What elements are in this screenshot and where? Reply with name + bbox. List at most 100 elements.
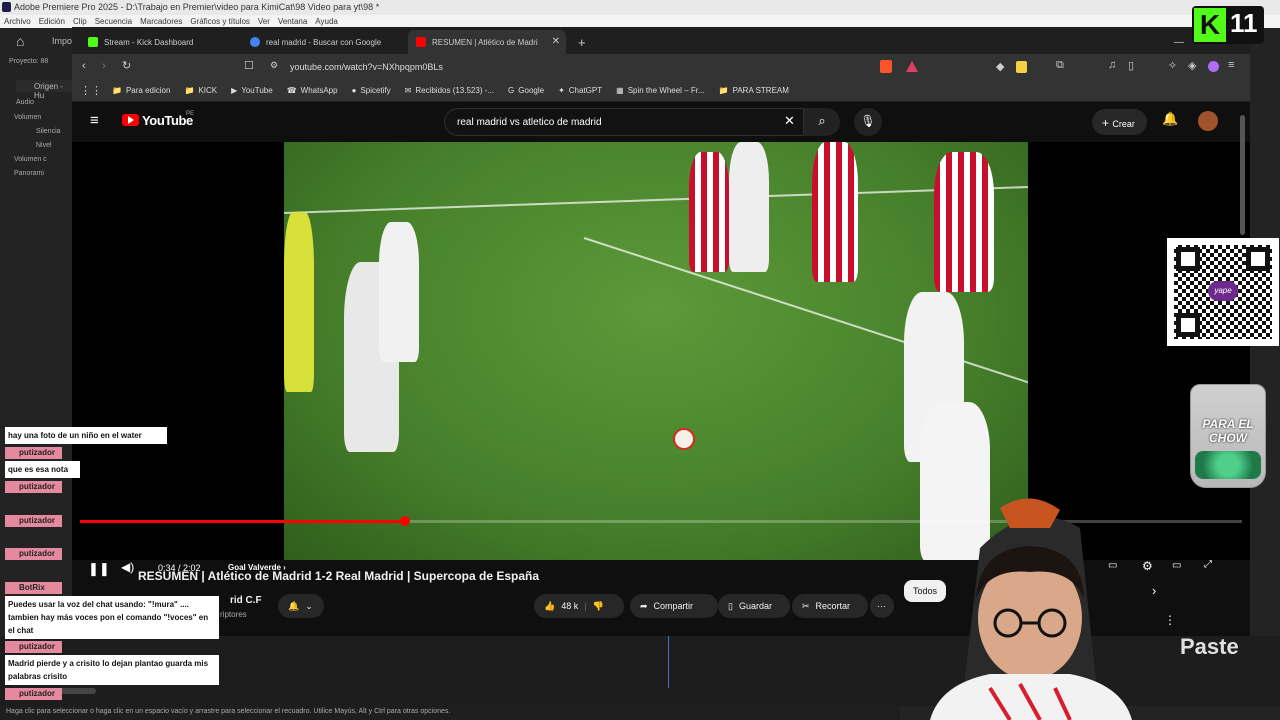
premiere-title-bar: Adobe Premiere Pro 2025 - D:\Trabajo en … <box>0 0 1280 15</box>
menu-item[interactable]: Archivo <box>4 17 31 28</box>
bookmark-icon: ✉ <box>404 86 412 95</box>
new-tab-button[interactable]: + <box>570 30 586 54</box>
effect-tree-item[interactable]: Silencia <box>36 128 61 135</box>
fullscreen-icon[interactable]: ⤢ <box>1204 559 1212 570</box>
tab-label: Stream - Kick Dashboard <box>104 37 194 47</box>
chat-username: putizador <box>5 548 62 560</box>
bookmark-item[interactable]: ☎ WhatsApp <box>287 86 338 95</box>
region-code: PE <box>186 111 195 117</box>
kick-favicon-icon <box>88 37 98 47</box>
extensions-icon[interactable]: ⧉ <box>1056 59 1064 72</box>
bookmark-item[interactable]: 📁 KICK <box>184 86 217 95</box>
hamburger-menu-icon[interactable]: ≡ <box>90 112 99 129</box>
audio-label: Audio <box>16 99 34 106</box>
voice-search-button[interactable]: 🎙 <box>854 108 882 136</box>
volume-icon[interactable]: ◀) <box>121 560 134 574</box>
effect-tree-item[interactable]: Volumen c <box>14 156 47 163</box>
notifications-bell-icon[interactable]: 🔔 <box>1162 111 1178 127</box>
bookmark-icon: 📁 <box>112 86 122 95</box>
share-icon: ➦ <box>640 600 648 611</box>
bookmark-item[interactable]: 📁 Para edicion <box>112 86 170 95</box>
bookmark-item[interactable]: ● Spicetify <box>352 86 391 95</box>
bookmark-item[interactable]: G Google <box>508 86 544 95</box>
import-tab[interactable]: Impo <box>52 36 72 46</box>
home-icon[interactable]: ⌂ <box>16 33 36 49</box>
search-button[interactable]: ⌕ <box>804 108 840 136</box>
bookmark-item[interactable]: ✦ ChatGPT <box>558 86 602 95</box>
youtube-logo-icon[interactable] <box>122 114 139 126</box>
bookmark-label: Para edicion <box>125 86 171 95</box>
menu-item[interactable]: Edición <box>39 17 65 28</box>
menu-icon[interactable]: ≡ <box>1228 59 1234 71</box>
clip-button[interactable]: ✂ Recortar <box>792 594 868 618</box>
effect-tree-item[interactable]: Volumen <box>14 114 41 121</box>
bookmark-label: PARA STREAM <box>732 86 789 95</box>
bookmark-icon: ▶ <box>231 86 238 95</box>
forward-icon[interactable]: › <box>102 60 106 72</box>
bookmark-icon[interactable]: ☐ <box>244 59 254 72</box>
chat-username: putizador <box>5 447 62 459</box>
chat-message: Puedes usar la voz del chat usando: "!mu… <box>5 596 219 639</box>
project-label: Proyecto: 88 <box>9 58 49 65</box>
vpn-icon[interactable]: ◈ <box>1188 59 1196 72</box>
avatar[interactable] <box>1198 111 1218 131</box>
extension-icon[interactable]: ◆ <box>996 60 1004 73</box>
extension-yellow-icon[interactable] <box>1016 61 1027 73</box>
tab-label: RESUMEN | Atlético de Madri <box>432 37 538 47</box>
bell-icon: 🔔 <box>288 600 300 611</box>
like-count: 48 k <box>561 601 579 611</box>
subscriber-count: riptores <box>220 610 247 619</box>
tab-google-search[interactable]: real madrid - Buscar con Google <box>242 30 402 54</box>
share-label: Compartir <box>653 601 694 611</box>
page-scrollbar[interactable] <box>1240 115 1245 235</box>
minimize-icon[interactable]: — <box>1166 30 1184 54</box>
search-input[interactable]: real madrid vs atletico de madrid <box>444 108 804 136</box>
back-icon[interactable]: ‹ <box>82 60 86 72</box>
bookmark-icon: G <box>508 86 515 95</box>
save-label: Guardar <box>738 601 772 611</box>
bookmark-label: Google <box>518 86 545 95</box>
bookmark-item[interactable]: 📁 PARA STREAM <box>719 86 789 95</box>
timeline-scrollbar[interactable] <box>60 688 96 694</box>
paste-label: Paste <box>1180 634 1239 659</box>
address-bar[interactable]: youtube.com/watch?v=NXhpqpm0BLs <box>258 57 908 77</box>
youtube-favicon-icon <box>416 37 426 47</box>
like-button[interactable]: 👍 48 k | 👎 <box>534 594 624 618</box>
subscribed-button[interactable]: 🔔 ⌄ <box>278 594 324 618</box>
clip-label: Recortar <box>815 601 851 611</box>
tab-youtube-video[interactable]: RESUMEN | Atlético de Madri ✕ <box>408 30 566 54</box>
google-favicon-icon <box>250 37 260 47</box>
save-button[interactable]: ▯ Guardar <box>718 594 790 618</box>
kick-logo-icon: K <box>1194 8 1226 42</box>
pause-icon[interactable]: ❚❚ <box>88 561 110 577</box>
media-icon[interactable]: ♫ <box>1108 59 1116 71</box>
source-panel-tab[interactable]: Origen - Hu <box>16 80 72 100</box>
webcam-feed <box>930 498 1132 720</box>
bookmark-item[interactable]: ▶ YouTube <box>231 86 273 95</box>
close-tab-icon[interactable]: ✕ <box>552 36 560 47</box>
playhead[interactable] <box>668 636 669 688</box>
bookmark-item[interactable]: ▦ Spin the Wheel – Fr... <box>616 86 705 95</box>
create-button[interactable]: + Crear <box>1092 109 1147 135</box>
effect-tree-item[interactable]: Nivel <box>36 142 52 149</box>
bookmark-item[interactable]: ✉ Recibidos (13.523) -... <box>405 86 494 95</box>
search-icon: ⌕ <box>818 113 826 128</box>
chat-message: que es esa nota <box>5 461 80 478</box>
channel-name[interactable]: rid C.F <box>230 595 262 606</box>
tab-kick-dashboard[interactable]: Stream - Kick Dashboard <box>80 30 235 54</box>
bookmark-icon: 📁 <box>718 86 729 95</box>
qr-code-image: yape <box>1167 238 1279 346</box>
ball <box>673 428 695 450</box>
share-button[interactable]: ➦ Compartir <box>630 594 718 618</box>
reload-icon[interactable]: ↻ <box>122 59 131 72</box>
url-text: youtube.com/watch?v=NXhpqpm0BLs <box>290 62 443 72</box>
sidebar-icon[interactable]: ▯ <box>1128 59 1134 72</box>
clear-search-icon[interactable]: ✕ <box>784 113 795 129</box>
apps-grid-icon[interactable]: ⋮⋮ <box>80 84 102 97</box>
bookmark-label: ChatGPT <box>568 86 603 95</box>
profile-icon[interactable] <box>1208 61 1219 72</box>
thumbs-up-icon: 👍 <box>544 600 556 611</box>
leo-icon[interactable]: ✧ <box>1168 59 1177 72</box>
create-label: Crear <box>1112 119 1135 129</box>
effect-tree-item[interactable]: Panorami <box>14 170 44 177</box>
